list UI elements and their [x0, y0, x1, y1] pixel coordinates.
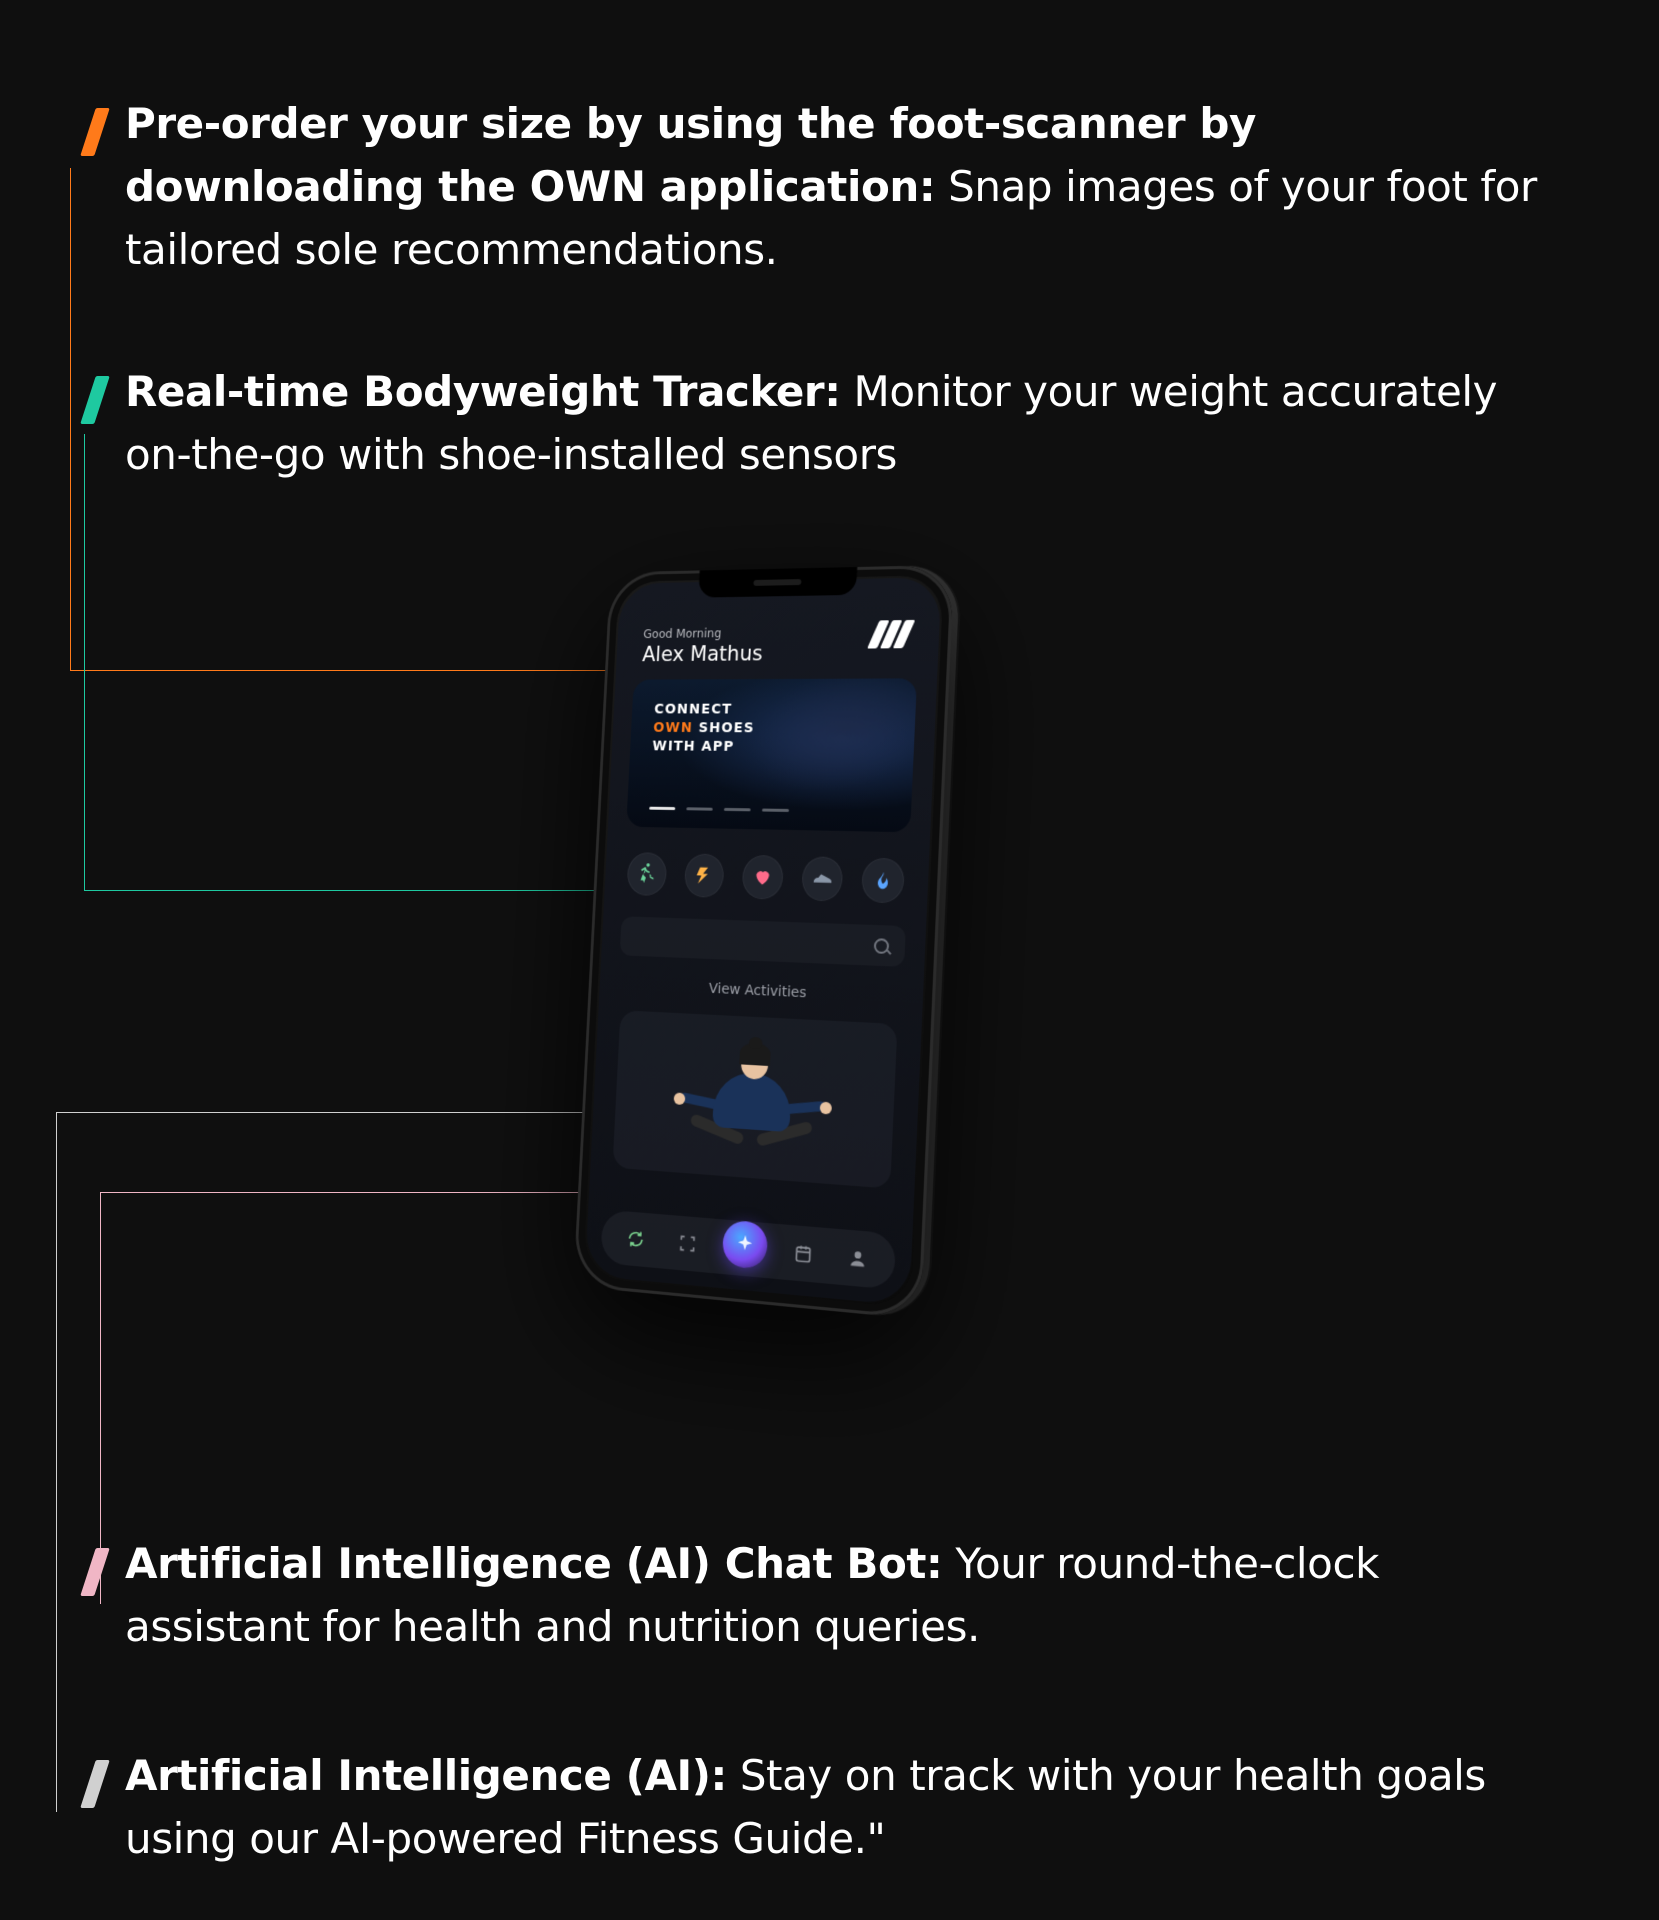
connector-orange-v: [70, 168, 71, 670]
nav-scan-icon[interactable]: [670, 1225, 704, 1262]
card-pagination[interactable]: [649, 807, 789, 812]
phone-side-button-1: [947, 727, 953, 776]
feature-2-title: Real-time Bodyweight Tracker:: [125, 367, 841, 416]
username-label: Alex Mathus: [642, 640, 911, 666]
feature-2: Real-time Bodyweight Tracker: Monitor yo…: [125, 360, 1564, 486]
bottom-nav: [600, 1209, 896, 1289]
connect-shoes-card[interactable]: CONNECT OWN SHOES WITH APP: [626, 678, 917, 832]
card-line-3: WITH APP: [652, 737, 890, 757]
feature-1-tick: [80, 108, 110, 156]
phone-mockup: Good Morning Alex Mathus CONNECT OWN SHO…: [573, 565, 954, 1320]
run-icon[interactable]: [626, 852, 667, 896]
activity-card[interactable]: [612, 1010, 897, 1188]
feature-3-title: Artificial Intelligence (AI) Chat Bot:: [125, 1539, 942, 1588]
connector-teal-h: [84, 890, 629, 891]
yoga-illustration: [682, 1034, 823, 1163]
shoe-icon[interactable]: [801, 856, 844, 901]
phone-notch: [698, 567, 857, 598]
nav-refresh-icon[interactable]: [619, 1221, 652, 1258]
nav-profile-icon[interactable]: [840, 1240, 876, 1278]
brand-logo-icon: [873, 620, 912, 651]
feature-4-title: Artificial Intelligence (AI):: [125, 1751, 727, 1800]
feature-1: Pre-order your size by using the foot-sc…: [125, 92, 1564, 281]
card-line-1: CONNECT: [654, 701, 892, 720]
search-input[interactable]: [620, 916, 906, 967]
category-row: [626, 852, 905, 903]
feature-2-tick: [80, 376, 110, 424]
view-activities-label[interactable]: View Activities: [599, 976, 923, 1007]
greeting-label: Good Morning: [643, 624, 911, 641]
card-line-2: OWN SHOES: [653, 719, 891, 739]
feature-3: Artificial Intelligence (AI) Chat Bot: Y…: [125, 1532, 1564, 1658]
feature-4: Artificial Intelligence (AI): Stay on tr…: [125, 1744, 1564, 1870]
feature-3-tick: [80, 1548, 110, 1596]
connector-pink-v: [100, 1192, 101, 1604]
bolt-icon[interactable]: [684, 853, 725, 897]
heart-icon[interactable]: [742, 855, 784, 900]
card-title: CONNECT OWN SHOES WITH APP: [652, 701, 892, 758]
nav-ai-button[interactable]: [722, 1219, 769, 1269]
feature-4-tick: [80, 1760, 110, 1808]
connector-grey-v: [56, 1112, 57, 1812]
phone-screen: Good Morning Alex Mathus CONNECT OWN SHO…: [585, 577, 942, 1306]
connector-orange-h: [70, 670, 645, 671]
connector-teal-v: [84, 434, 85, 890]
phone-body: Good Morning Alex Mathus CONNECT OWN SHO…: [573, 565, 954, 1320]
nav-calendar-icon[interactable]: [786, 1235, 821, 1273]
flame-icon[interactable]: [861, 858, 904, 904]
